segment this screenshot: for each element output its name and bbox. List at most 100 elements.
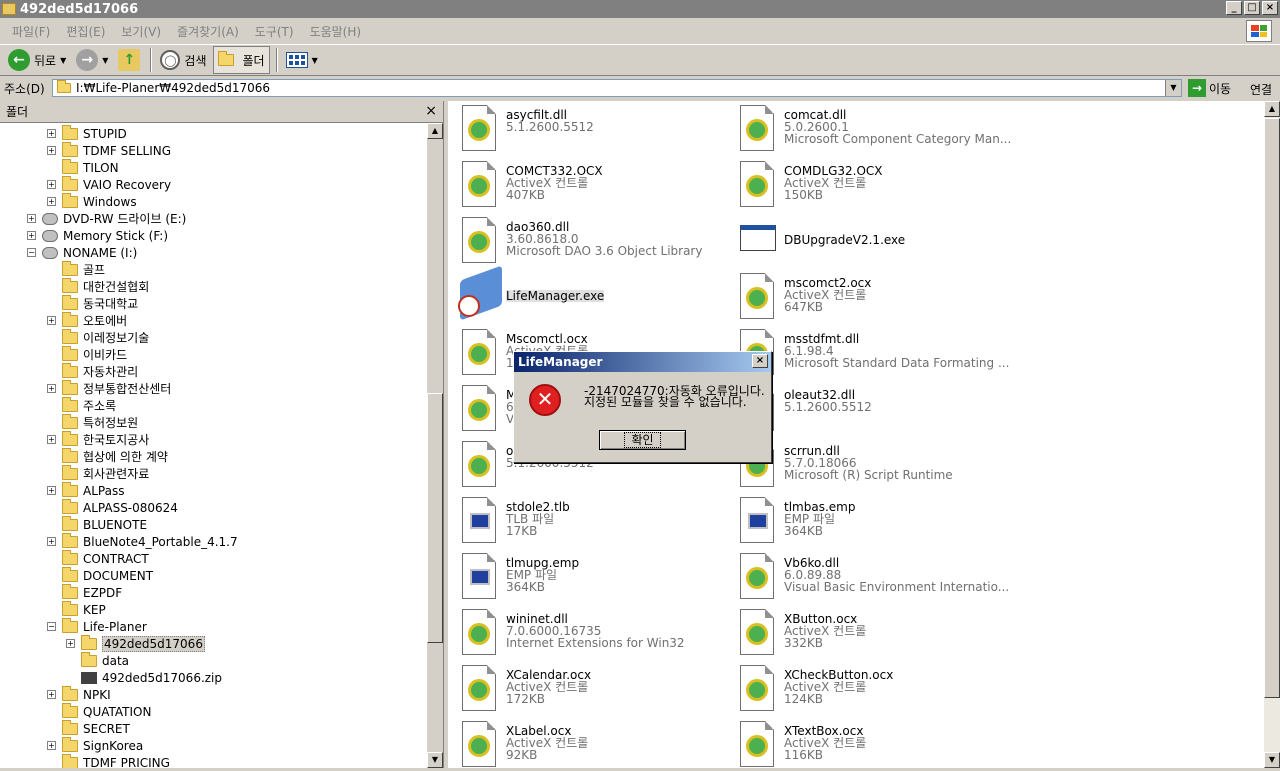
file-item[interactable]: asycfilt.dll 5.1.2600.5512 [448,101,718,155]
tree-item[interactable]: + VAIO Recovery [47,175,171,193]
views-button[interactable]: ▼ [282,46,322,74]
file-item[interactable]: tlmupg.emp EMP 파일 364KB [448,549,718,603]
tree-item[interactable]: + ALPass [47,481,124,499]
scroll-thumb[interactable] [1264,118,1280,698]
expand-icon[interactable]: + [47,435,56,444]
tree-item[interactable]: + 한국토지공사 [47,430,149,448]
tree-item[interactable]: 특허정보원 [62,413,138,431]
maximize-button[interactable]: □ [1244,1,1260,15]
tree-item[interactable]: 협상에 의한 계약 [62,447,168,465]
tree-item[interactable]: + Memory Stick (F:) [27,227,168,244]
expand-icon[interactable]: + [47,316,56,325]
folders-button[interactable]: 폴더 [212,46,270,74]
forward-button[interactable]: → ▼ [72,46,112,74]
scroll-down-button[interactable]: ▼ [1264,752,1280,768]
tree-item[interactable]: 대한건설협회 [62,277,149,295]
menu-help[interactable]: 도움말(H) [310,23,362,40]
tree-item[interactable]: BLUENOTE [62,515,147,533]
menu-edit[interactable]: 편집(E) [66,23,105,40]
expand-icon[interactable]: + [47,486,56,495]
chevron-down-icon[interactable]: ▼ [102,56,108,65]
tree-item[interactable]: CONTRACT [62,549,149,567]
tree-item[interactable]: + STUPID [47,124,127,142]
tree-item[interactable]: DOCUMENT [62,566,153,584]
expand-icon[interactable]: + [47,690,56,699]
file-item[interactable]: XButton.ocx ActiveX 컨트롤 332KB [726,605,996,659]
expand-icon[interactable]: + [47,129,56,138]
tree-item[interactable]: 동국대학교 [62,294,138,312]
scroll-up-button[interactable]: ▲ [1264,101,1280,117]
file-item[interactable]: COMDLG32.OCX ActiveX 컨트롤 150KB [726,157,996,211]
file-item[interactable]: comcat.dll 5.0.2600.1 Microsoft Component … [726,101,1011,155]
tree-item[interactable]: QUATATION [62,702,151,720]
file-item[interactable]: dao360.dll 3.60.8618.0 Microsoft DAO 3.6 O… [448,213,718,267]
file-item[interactable]: mscomct2.ocx ActiveX 컨트롤 647KB [726,269,996,323]
tree-item[interactable]: + BlueNote4_Portable_4.1.7 [47,532,238,550]
menu-file[interactable]: 파일(F) [12,23,50,40]
scroll-up-button[interactable]: ▲ [427,123,443,139]
tree-item[interactable]: 자동차관리 [62,362,138,380]
tree-item[interactable]: data [81,651,129,669]
expand-icon[interactable]: + [47,180,56,189]
ok-button[interactable]: 확인 [599,430,686,450]
expand-icon[interactable]: + [47,146,56,155]
file-item[interactable]: XCheckButton.ocx ActiveX 컨트롤 124KB [726,661,996,715]
tree-item[interactable]: 492ded5d17066.zip [81,669,222,686]
scroll-thumb[interactable] [427,393,443,643]
file-item[interactable]: tlmbas.emp EMP 파일 364KB [726,493,996,547]
search-button[interactable]: ◯ 검색 [156,46,210,74]
tree-item[interactable]: SECRET [62,719,130,737]
tree-item[interactable]: + SignKorea [47,736,143,754]
tree-item[interactable]: − Life-Planer [47,617,147,635]
file-item[interactable]: stdole2.tlb TLB 파일 17KB [448,493,718,547]
tree-item[interactable]: TDMF PRICING [62,753,170,768]
tree-item[interactable]: +492ded5d17066 [66,634,205,652]
tree-item[interactable]: EZPDF [62,583,122,601]
address-input[interactable]: I:₩Life-Planer₩492ded5d17066 ▼ [52,79,1182,97]
menu-view[interactable]: 보기(V) [121,23,161,40]
tree-item[interactable]: + TDMF SELLING [47,141,171,159]
tree-item[interactable]: − NONAME (I:) [27,244,137,261]
file-item[interactable]: COMCT332.OCX ActiveX 컨트롤 407KB [448,157,718,211]
file-item[interactable]: XTextBox.ocx ActiveX 컨트롤 116KB [726,717,996,771]
expand-icon[interactable]: + [66,639,75,648]
tree-item[interactable]: + Windows [47,192,137,210]
expand-icon[interactable]: + [47,197,56,206]
collapse-icon[interactable]: − [47,622,56,631]
links-button[interactable]: 연결 [1250,81,1272,98]
collapse-icon[interactable]: − [27,248,36,257]
tree-item[interactable]: KEP [62,600,106,618]
tree-item[interactable]: + DVD-RW 드라이브 (E:) [27,210,186,227]
tree-item[interactable]: 이레정보기술 [62,328,149,346]
expand-icon[interactable]: + [47,384,56,393]
file-item[interactable]: XLabel.ocx ActiveX 컨트롤 92KB [448,717,718,771]
tree-item[interactable]: ALPASS-080624 [62,498,178,516]
scroll-down-button[interactable]: ▼ [427,752,443,768]
folder-tree-scrollbar[interactable]: ▲ ▼ [427,123,443,768]
file-item[interactable]: Vb6ko.dll 6.0.89.88 Visual Basic Environme… [726,549,1009,603]
tree-item[interactable]: + 정부통합전산센터 [47,379,171,397]
expand-icon[interactable]: + [27,214,36,223]
tree-item[interactable]: + 오토에버 [47,311,127,329]
close-button[interactable]: × [1262,1,1278,15]
expand-icon[interactable]: + [27,231,36,240]
dialog-close-button[interactable]: × [752,354,768,368]
expand-icon[interactable]: + [47,741,56,750]
menu-favorites[interactable]: 즐겨찾기(A) [177,23,239,40]
chevron-down-icon[interactable]: ▼ [60,56,66,65]
file-item[interactable]: XCalendar.ocx ActiveX 컨트롤 172KB [448,661,718,715]
chevron-down-icon[interactable]: ▼ [312,56,318,65]
file-item[interactable]: DBUpgradeV2.1.exe [726,213,996,267]
tree-item[interactable]: TILON [62,158,119,176]
minimize-button[interactable]: _ [1226,1,1242,15]
tree-item[interactable]: + NPKI [47,685,111,703]
tree-item[interactable]: 회사관련자료 [62,464,149,482]
tree-item[interactable]: 이비카드 [62,345,127,363]
file-list-scrollbar[interactable]: ▲ ▼ [1264,101,1280,768]
expand-icon[interactable]: + [47,537,56,546]
close-icon[interactable]: × [425,103,437,119]
up-button[interactable]: ↑ [114,46,144,74]
chevron-down-icon[interactable]: ▼ [1165,80,1181,96]
menu-tools[interactable]: 도구(T) [255,23,294,40]
file-item[interactable]: LifeManager.exe [448,265,718,323]
